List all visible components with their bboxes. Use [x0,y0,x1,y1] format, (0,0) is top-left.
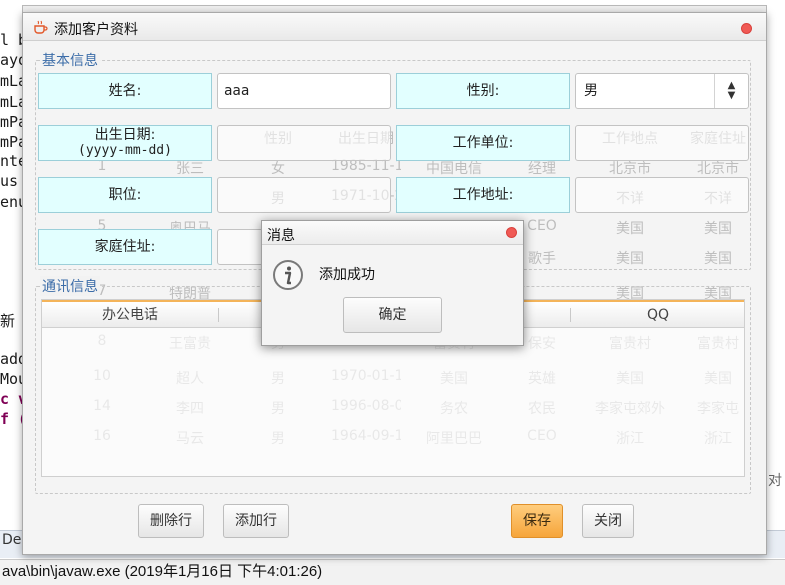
birth-date-input[interactable] [217,125,391,161]
message-title: 消息 [267,228,295,244]
ide-console-tab[interactable]: De [0,532,21,548]
basic-info-legend: 基本信息 [40,50,100,70]
position-label: 职位: [38,177,212,213]
work-address-label: 工作地址: [396,177,570,213]
delete-row-button[interactable]: 删除行 [138,504,204,538]
java-cup-icon [34,20,48,34]
message-dialog: 消息 添加成功 确定 [261,220,524,346]
gender-select-value: 男 [584,83,598,99]
message-text: 添加成功 [319,267,375,283]
position-input[interactable] [217,177,391,213]
employer-label: 工作单位: [396,125,570,161]
close-button[interactable]: 关闭 [582,504,634,538]
column-office-phone[interactable]: 办公电话 [42,302,218,328]
birth-date-label: 出生日期: (yyyy-mm-dd) [38,125,212,161]
work-address-input[interactable] [575,177,749,213]
gender-label: 性别: [396,73,570,109]
add-row-button[interactable]: 添加行 [223,504,289,538]
home-address-label: 家庭住址: [38,229,212,265]
spinner-arrows-icon[interactable]: ▲ ▼ [714,74,748,108]
name-input[interactable]: aaa [217,73,391,109]
message-titlebar[interactable]: 消息 [262,221,523,245]
save-button[interactable]: 保存 [511,504,563,538]
contact-info-legend: 通讯信息 [40,276,100,296]
gender-select[interactable]: 男 ▲ ▼ [575,73,749,109]
column-qq[interactable]: QQ [570,302,744,328]
close-icon[interactable] [741,23,752,34]
ok-button[interactable]: 确定 [343,297,442,333]
info-icon [273,260,303,290]
dialog-titlebar[interactable]: 添加客户资料 [23,13,766,41]
code-line: 新 [0,312,16,330]
employer-input[interactable] [575,125,749,161]
code-line: us [0,172,19,190]
name-label: 姓名: [38,73,212,109]
ide-console-status: ava\bin\javaw.exe (2019年1月16日 下午4:01:26) [0,559,785,585]
dialog-title: 添加客户资料 [54,22,138,38]
close-icon[interactable] [506,227,517,238]
ide-side-text: 对 [768,473,782,489]
